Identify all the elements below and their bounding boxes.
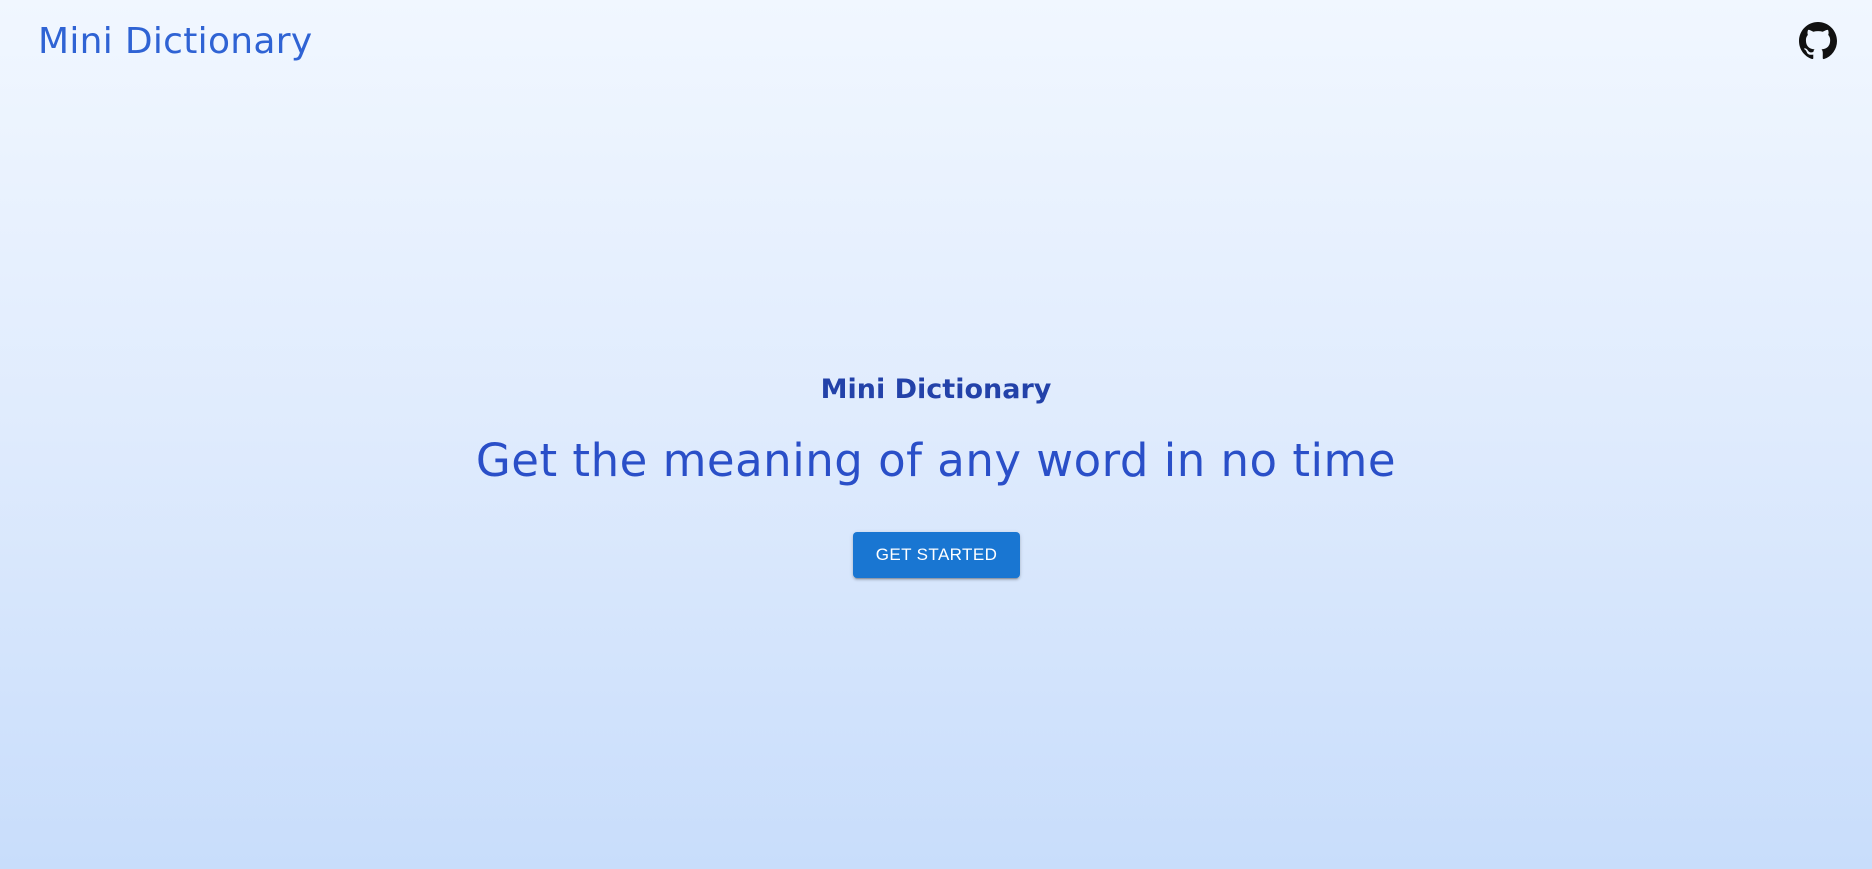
hero-tagline: Get the meaning of any word in no time	[475, 434, 1397, 487]
hero-title: Mini Dictionary	[820, 374, 1052, 405]
github-link[interactable]	[1799, 22, 1837, 60]
get-started-button[interactable]: GET STARTED	[853, 532, 1020, 578]
hero-section: Mini Dictionary Get the meaning of any w…	[0, 0, 1872, 869]
github-icon	[1799, 22, 1837, 60]
app-title-link[interactable]: Mini Dictionary	[38, 18, 312, 66]
